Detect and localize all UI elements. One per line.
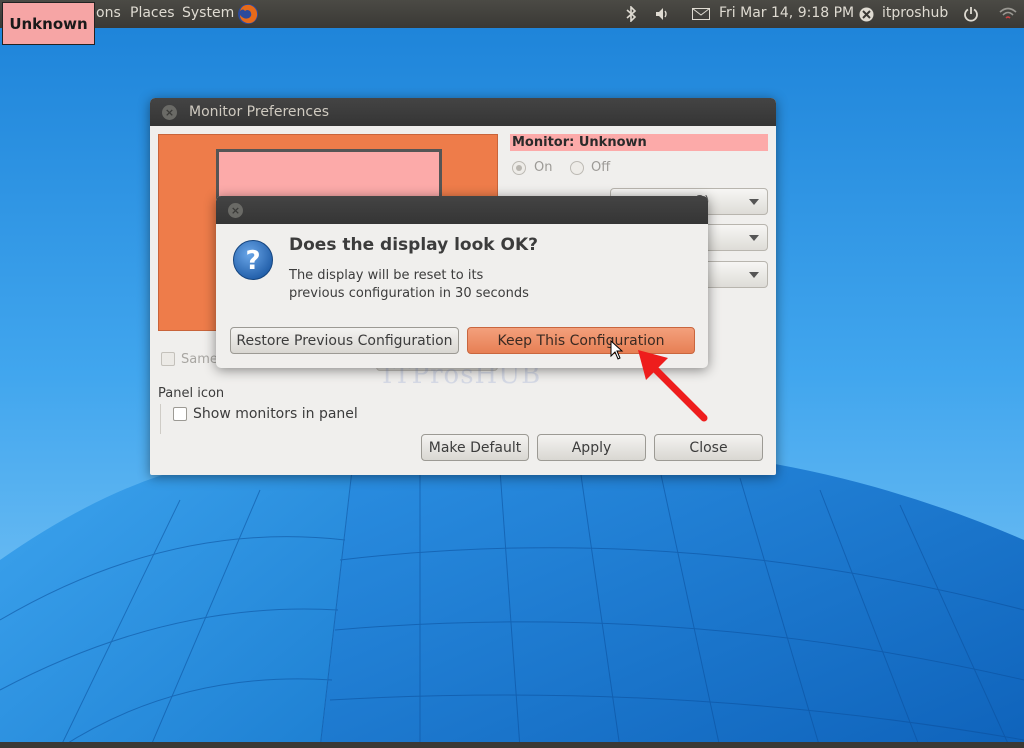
username[interactable]: itproshub: [882, 5, 948, 21]
show-monitors-label: Show monitors in panel: [193, 406, 358, 422]
on-radio-label: On: [534, 160, 553, 175]
applications-menu[interactable]: ons: [96, 5, 121, 21]
monitor-identity-label: Unknown: [2, 2, 95, 45]
show-monitors-checkbox[interactable]: [173, 407, 187, 421]
monitor-rectangle[interactable]: [216, 149, 442, 199]
firefox-icon[interactable]: [236, 2, 260, 26]
panel-icon-divider: [160, 404, 161, 434]
clock[interactable]: Fri Mar 14, 9:18 PM: [719, 5, 854, 21]
system-menu[interactable]: System: [182, 5, 234, 21]
restore-previous-configuration-button[interactable]: Restore Previous Configuration: [230, 327, 459, 354]
monitor-heading: Monitor: Unknown: [510, 134, 768, 151]
dialog-message-line1: The display will be reset to its: [289, 268, 484, 283]
annotation-arrow: [638, 350, 708, 422]
monitor-preferences-titlebar[interactable]: × Monitor Preferences: [150, 98, 776, 126]
panel-icon-heading: Panel icon: [158, 386, 225, 401]
dialog-message-line2: previous configuration in 30 seconds: [289, 286, 529, 301]
volume-icon[interactable]: [655, 7, 671, 21]
window-title: Monitor Preferences: [189, 104, 330, 120]
on-radio[interactable]: [512, 161, 526, 175]
question-icon: ?: [233, 240, 273, 280]
close-window-icon[interactable]: ×: [162, 105, 177, 120]
make-default-button[interactable]: Make Default: [421, 434, 529, 461]
close-dialog-icon[interactable]: ×: [228, 203, 243, 218]
off-radio[interactable]: [570, 161, 584, 175]
mail-icon[interactable]: [692, 8, 710, 20]
off-radio-label: Off: [591, 160, 611, 175]
close-button[interactable]: Close: [654, 434, 763, 461]
user-status-icon[interactable]: [859, 7, 874, 22]
mouse-cursor-icon: [610, 340, 624, 360]
bottom-panel: [0, 742, 1024, 748]
top-panel: ons Places System Fri Mar 14, 9:18 PM it…: [0, 0, 1024, 28]
dialog-heading: Does the display look OK?: [289, 235, 538, 255]
chevron-down-icon: [749, 235, 759, 241]
svg-text:?: ?: [245, 246, 260, 276]
apply-button[interactable]: Apply: [537, 434, 646, 461]
bluetooth-icon[interactable]: [625, 6, 637, 22]
chevron-down-icon: [749, 199, 759, 205]
places-menu[interactable]: Places: [130, 5, 175, 21]
same-image-checkbox[interactable]: [161, 352, 175, 366]
power-icon[interactable]: [963, 6, 979, 22]
same-image-label: Same: [181, 352, 218, 367]
network-icon[interactable]: [999, 6, 1017, 22]
chevron-down-icon: [749, 272, 759, 278]
dialog-titlebar[interactable]: ×: [216, 196, 708, 224]
